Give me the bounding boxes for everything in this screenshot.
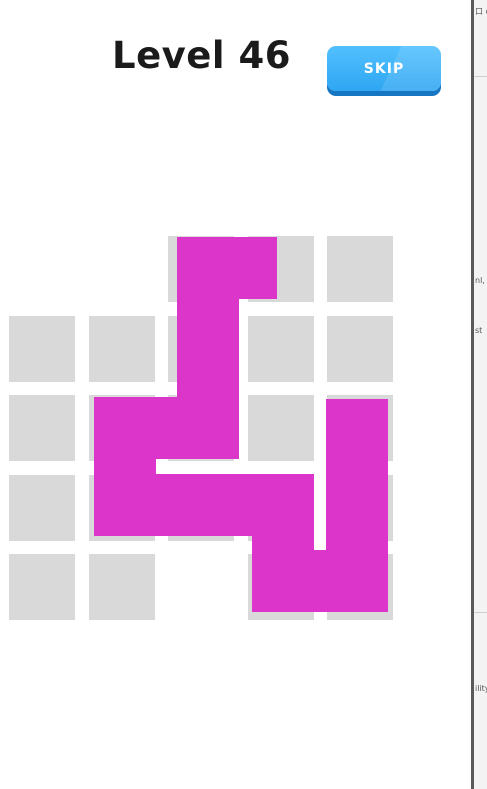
drawn-path: [94, 237, 388, 612]
side-panel: 口 c nl, i st ility: [471, 0, 487, 789]
side-snippet: ility: [475, 684, 487, 693]
side-snippet: nl, i: [475, 276, 487, 285]
path-line: [94, 237, 388, 612]
side-snippet: 口 c: [475, 7, 487, 16]
side-snippet: st: [475, 326, 483, 335]
divider: [474, 76, 487, 77]
divider: [474, 612, 487, 613]
game-area: Level 46 SKIP: [0, 0, 471, 789]
